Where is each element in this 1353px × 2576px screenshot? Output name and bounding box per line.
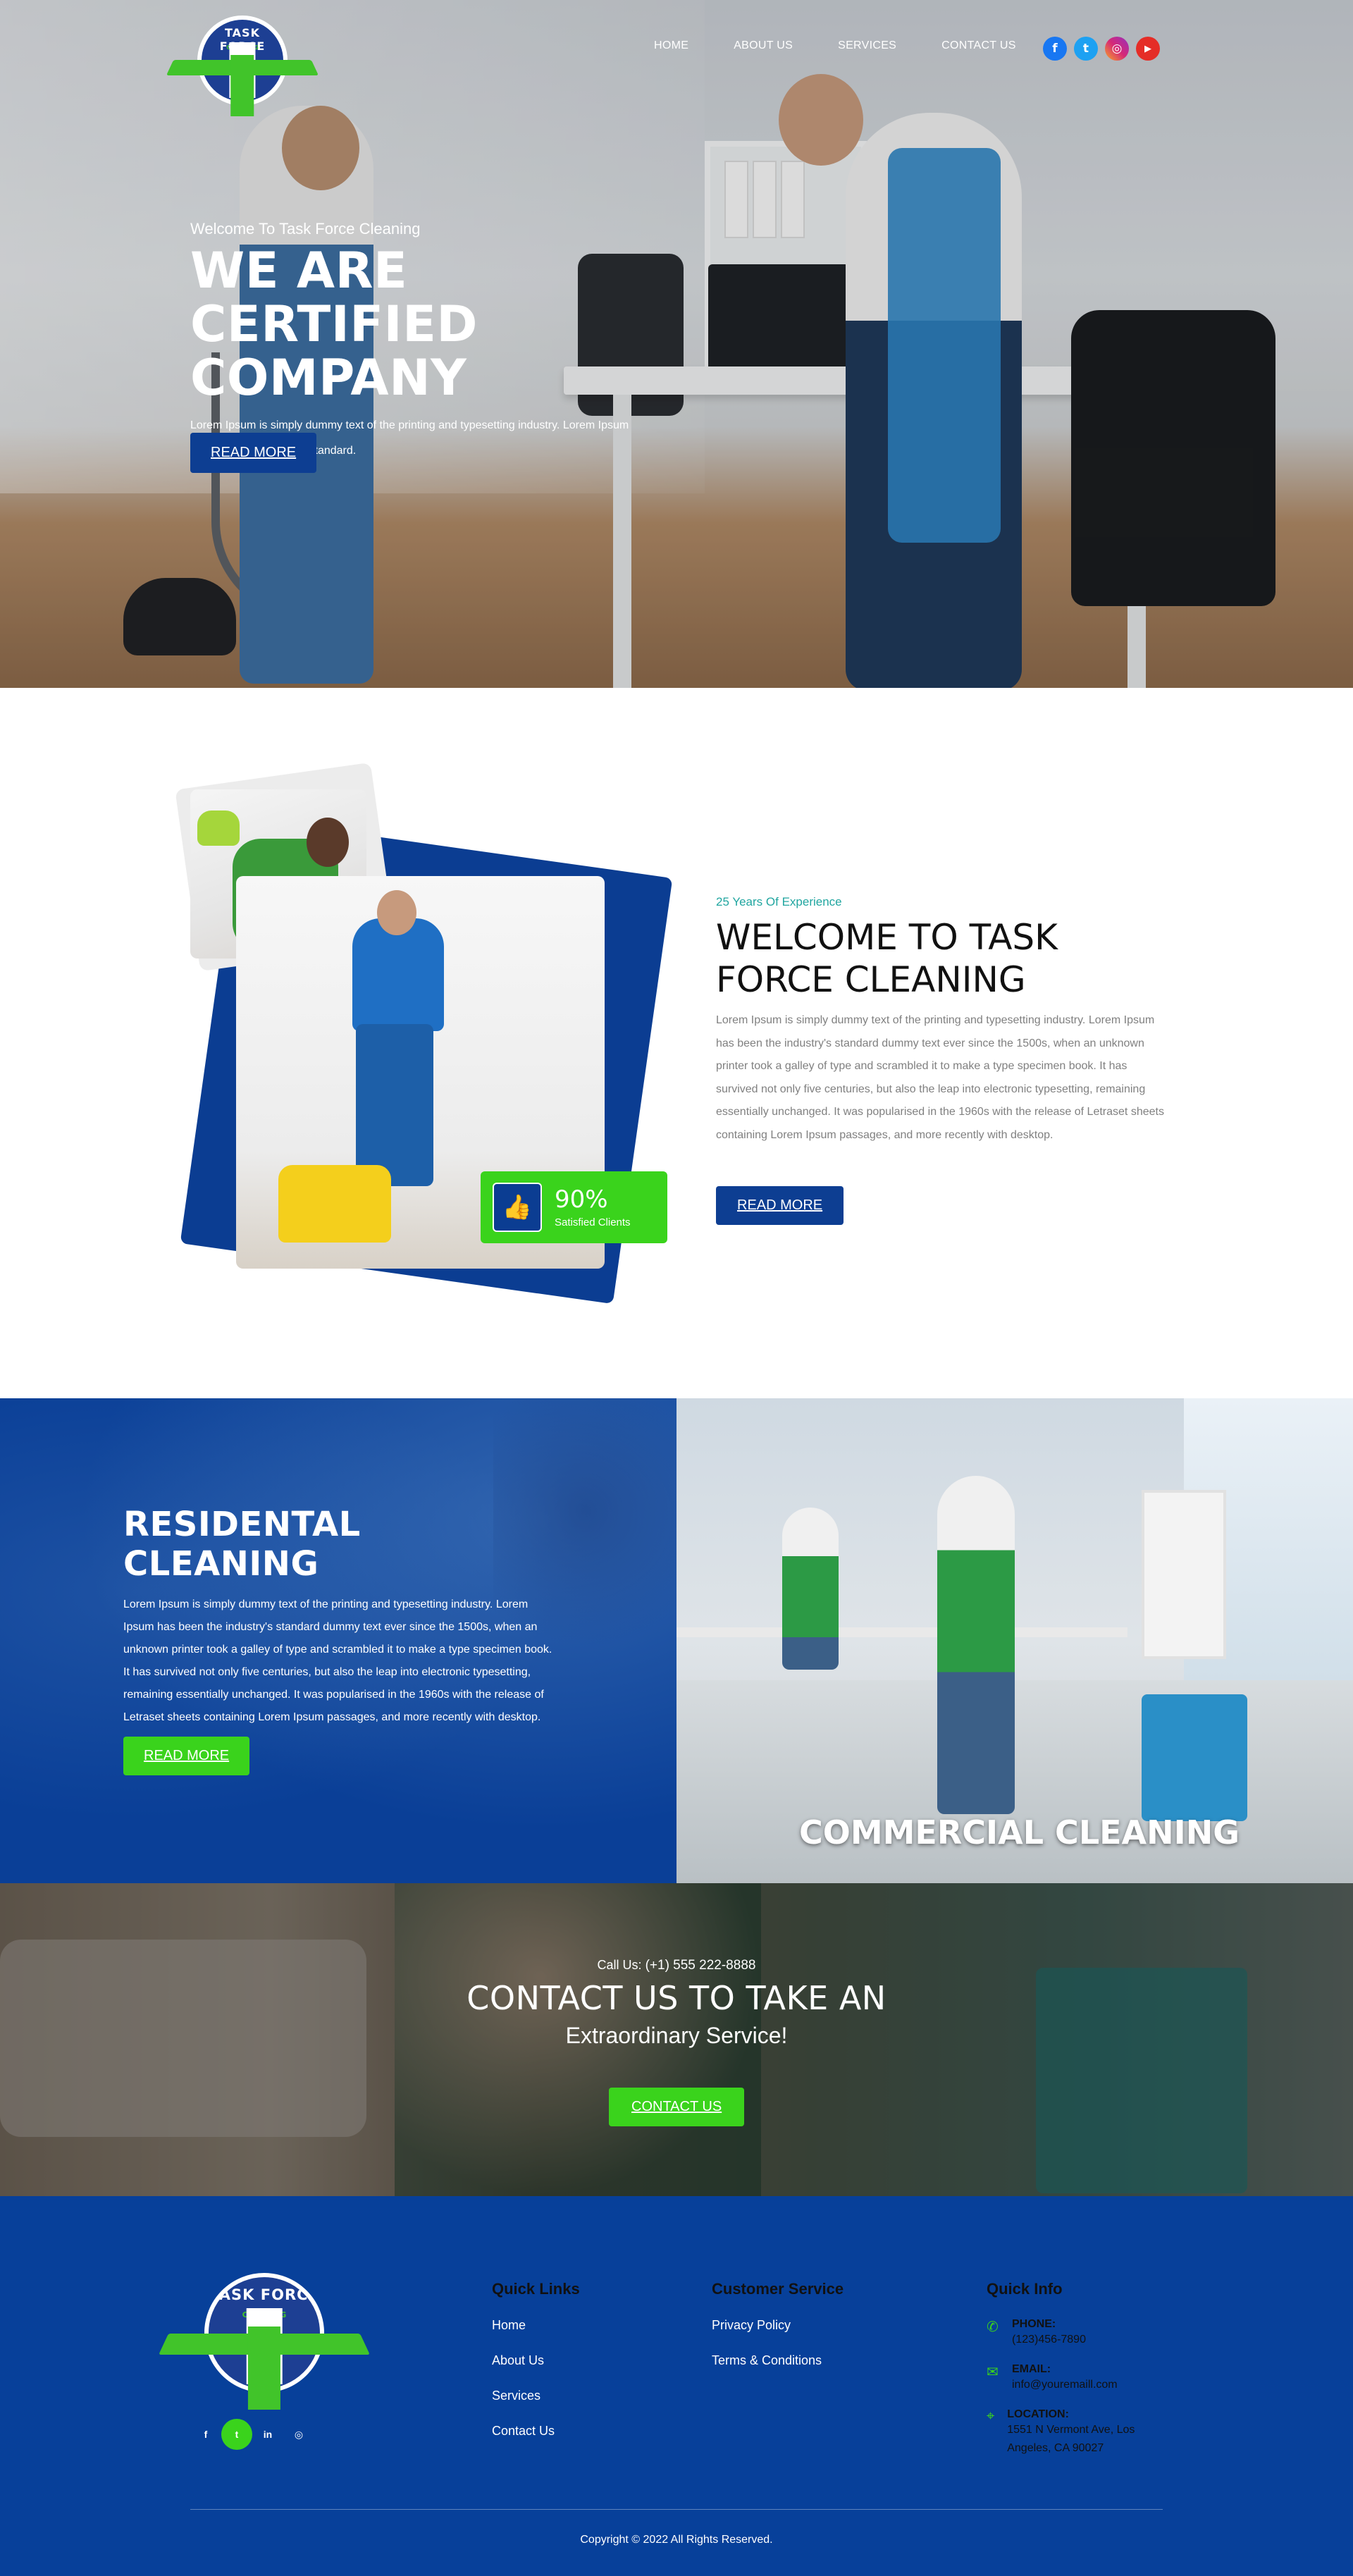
facebook-icon[interactable]: f [1043,37,1067,61]
site-logo[interactable]: TASK FORCE CLEANING [166,16,319,116]
email-label: EMAIL: [1012,2363,1051,2375]
cta-call-line: Call Us: (+1) 555 222-8888 [0,1958,1353,1973]
commercial-shelf [1142,1490,1226,1659]
mail-icon: ✉ [987,2365,999,2380]
cta-subtitle: Extraordinary Service! [565,2023,788,2048]
location-label: LOCATION: [1007,2408,1069,2420]
logo-t-mark [247,2327,281,2410]
copyright-text: Copyright © 2022 All Rights Reserved. [580,2534,773,2546]
figure-cloth [197,811,240,846]
commercial-cleaner [782,1508,839,1670]
location-value: 1551 N Vermont Ave, Los Angeles, CA 9002… [1007,2424,1135,2454]
footer-social-links: f t in ◎ [190,2419,314,2450]
email-value[interactable]: info@youremaill.com [1012,2376,1118,2394]
cleaning-cart [1142,1694,1247,1821]
quick-links-title: Quick Links [492,2280,580,2298]
phone-icon: ✆ [987,2319,999,2335]
figure-woman-head [307,818,349,867]
twitter-icon[interactable]: t [221,2419,252,2450]
residential-title: RESIDENTAL CLEANING [123,1505,361,1584]
welcome-read-more-button[interactable]: READ MORE [716,1186,844,1225]
hero-title: WE ARE CERTIFIED COMPANY [190,242,478,407]
welcome-text: Lorem Ipsum is simply dummy text of the … [716,1014,1164,1141]
phone-value[interactable]: (123)456-7890 [1012,2331,1086,2349]
residential-content: RESIDENTAL CLEANING Lorem Ipsum is simpl… [123,1505,560,1729]
stat-label: Satisfied Clients [555,1216,631,1228]
commercial-cleaning-panel[interactable] [676,1398,1353,1883]
cta-contact-us-button[interactable]: CONTACT US [609,2088,745,2126]
footer-link-privacy-policy[interactable]: Privacy Policy [712,2318,844,2333]
info-phone: ✆ PHONE: (123)456-7890 [987,2318,1170,2349]
footer-customer-service: Customer Service Privacy Policy Terms & … [712,2280,844,2389]
facebook-icon[interactable]: f [190,2419,221,2450]
customer-service-title: Customer Service [712,2280,844,2298]
quick-info-title: Quick Info [987,2280,1063,2298]
figure-man-pants [356,1024,433,1186]
figure-man-shirt [352,918,444,1031]
welcome-kicker: 25 Years Of Experience [716,895,842,908]
map-pin-icon: ⌖ [987,2408,995,2424]
figure-man-head [377,890,416,935]
instagram-icon[interactable]: ◎ [283,2419,314,2450]
nav-about-us[interactable]: ABOUT US [734,39,793,52]
footer-link-contact-us[interactable]: Contact Us [492,2424,580,2439]
nav-services[interactable]: SERVICES [838,39,896,52]
thumbs-up-icon: 👍 [493,1183,542,1232]
header-social-links: f t ◎ ▶ [1043,37,1160,61]
main-nav: HOME ABOUT US SERVICES CONTACT US [654,39,1016,52]
linkedin-icon[interactable]: in [252,2419,283,2450]
hero-kicker: Welcome To Task Force Cleaning [190,220,421,238]
hero-read-more-button[interactable]: READ MORE [190,433,317,473]
commercial-title: COMMERCIAL CLEANING [799,1813,1240,1851]
footer-link-about-us[interactable]: About Us [492,2353,580,2368]
satisfied-clients-badge: 👍 90% Satisfied Clients [481,1171,667,1243]
footer-link-terms[interactable]: Terms & Conditions [712,2353,844,2368]
commercial-cleaner [937,1476,1015,1814]
logo-text: TASK FORCE [209,2286,319,2303]
commercial-floor [676,1680,1353,1883]
figure-vacuum [278,1165,391,1243]
info-location: ⌖ LOCATION: 1551 N Vermont Ave, Los Ange… [987,2408,1170,2458]
residential-read-more-button[interactable]: READ MORE [123,1737,250,1775]
cta-title: CONTACT US TO TAKE AN [467,1979,886,2017]
footer-link-home[interactable]: Home [492,2318,580,2333]
logo-t-mark [230,55,254,116]
youtube-icon[interactable]: ▶ [1136,37,1160,61]
footer-quick-info: Quick Info ✆ PHONE: (123)456-7890 ✉ EMAI… [987,2280,1170,2472]
footer-logo[interactable]: TASK FORCE CLEANING [159,2273,370,2410]
welcome-content: 25 Years Of Experience WELCOME TO TASK F… [716,895,1167,1147]
footer-link-services[interactable]: Services [492,2389,580,2403]
commercial-table [676,1627,1128,1637]
residential-text: Lorem Ipsum is simply dummy text of the … [123,1598,552,1723]
cta-phone[interactable]: (+1) 555 222-8888 [645,1958,756,1973]
twitter-icon[interactable]: t [1074,37,1098,61]
info-email: ✉ EMAIL: info@youremaill.com [987,2363,1170,2394]
instagram-icon[interactable]: ◎ [1105,37,1129,61]
footer-quick-links: Quick Links Home About Us Services Conta… [492,2280,580,2459]
nav-contact-us[interactable]: CONTACT US [941,39,1016,52]
hero-content: Welcome To Task Force Cleaning WE ARE CE… [190,220,641,464]
cta-content: Call Us: (+1) 555 222-8888 CONTACT US TO… [0,1958,1353,2049]
welcome-title: WELCOME TO TASK FORCE CLEANING [716,917,1058,1000]
phone-label: PHONE: [1012,2318,1056,2330]
footer-divider [190,2509,1163,2510]
nav-home[interactable]: HOME [654,39,688,52]
stat-value: 90% [555,1185,608,1214]
cta-call-label: Call Us: [597,1958,642,1972]
